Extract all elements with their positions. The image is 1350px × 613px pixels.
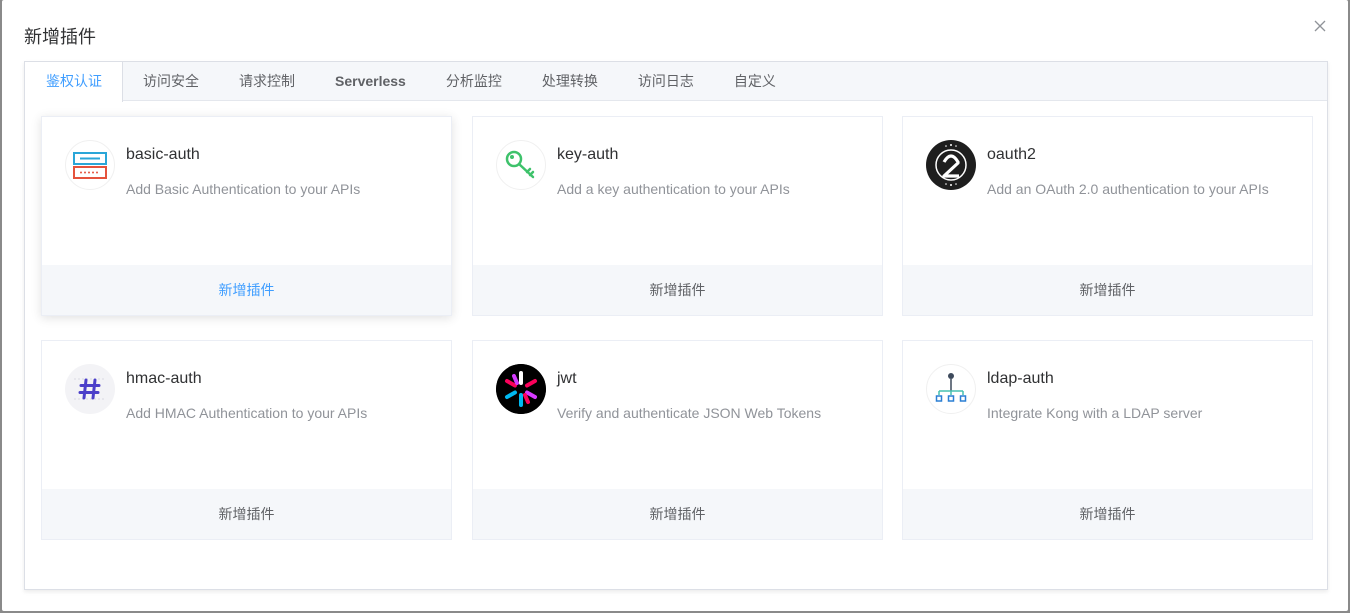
ldap-tree-icon [926, 364, 976, 414]
close-button[interactable] [1312, 18, 1328, 34]
tab-access-security[interactable]: 访问安全 [123, 62, 219, 101]
plugin-category-tabs: 鉴权认证 访问安全 请求控制 Serverless 分析监控 处理转换 访问日志… [24, 61, 1328, 590]
tab-serverless[interactable]: Serverless [315, 62, 426, 101]
add-plugin-button[interactable]: 新增插件 [903, 265, 1312, 315]
plugin-description: Add Basic Authentication to your APIs [126, 181, 361, 197]
plugin-card-oauth2: oauth2 Add an OAuth 2.0 authentication t… [902, 116, 1313, 316]
dialog-title: 新增插件 [24, 27, 96, 47]
jwt-icon [496, 364, 546, 414]
plugin-description: Add a key authentication to your APIs [557, 181, 790, 197]
hash-icon [65, 364, 115, 414]
add-plugin-button[interactable]: 新增插件 [42, 265, 451, 315]
tab-access-logs[interactable]: 访问日志 [618, 62, 714, 101]
plugin-name: jwt [557, 370, 577, 387]
tab-custom[interactable]: 自定义 [714, 62, 796, 101]
add-plugin-button[interactable]: 新增插件 [42, 489, 451, 539]
basic-auth-icon [65, 140, 115, 190]
add-plugin-dialog: 新增插件 鉴权认证 访问安全 请求控制 Serverless 分析监控 处理转换… [2, 0, 1348, 611]
plugin-description: Add HMAC Authentication to your APIs [126, 405, 368, 421]
tab-request-control[interactable]: 请求控制 [219, 62, 315, 101]
tab-analytics-monitoring[interactable]: 分析监控 [426, 62, 522, 101]
add-plugin-button[interactable]: 新增插件 [473, 489, 882, 539]
tab-auth[interactable]: 鉴权认证 [25, 62, 123, 102]
plugin-name: key-auth [557, 146, 619, 163]
tab-transformation[interactable]: 处理转换 [522, 62, 618, 101]
tabs-header: 鉴权认证 访问安全 请求控制 Serverless 分析监控 处理转换 访问日志… [25, 62, 1327, 102]
plugin-name: oauth2 [987, 146, 1036, 163]
key-icon [496, 140, 546, 190]
plugin-name: basic-auth [126, 146, 200, 163]
plugin-card-basic-auth: basic-auth Add Basic Authentication to y… [41, 116, 452, 316]
plugin-card-key-auth: key-auth Add a key authentication to you… [472, 116, 883, 316]
add-plugin-button[interactable]: 新增插件 [473, 265, 882, 315]
plugin-card-ldap-auth: ldap-auth Integrate Kong with a LDAP ser… [902, 340, 1313, 540]
plugin-card-hmac-auth: hmac-auth Add HMAC Authentication to you… [41, 340, 452, 540]
plugin-name: hmac-auth [126, 370, 202, 387]
plugin-description: Add an OAuth 2.0 authentication to your … [987, 181, 1269, 197]
plugin-card-jwt: jwt Verify and authenticate JSON Web Tok… [472, 340, 883, 540]
plugin-description: Integrate Kong with a LDAP server [987, 405, 1203, 421]
plugin-name: ldap-auth [987, 370, 1054, 387]
plugin-description: Verify and authenticate JSON Web Tokens [557, 405, 822, 421]
oauth2-icon [926, 140, 976, 190]
close-icon [1314, 20, 1326, 32]
add-plugin-button[interactable]: 新增插件 [903, 489, 1312, 539]
